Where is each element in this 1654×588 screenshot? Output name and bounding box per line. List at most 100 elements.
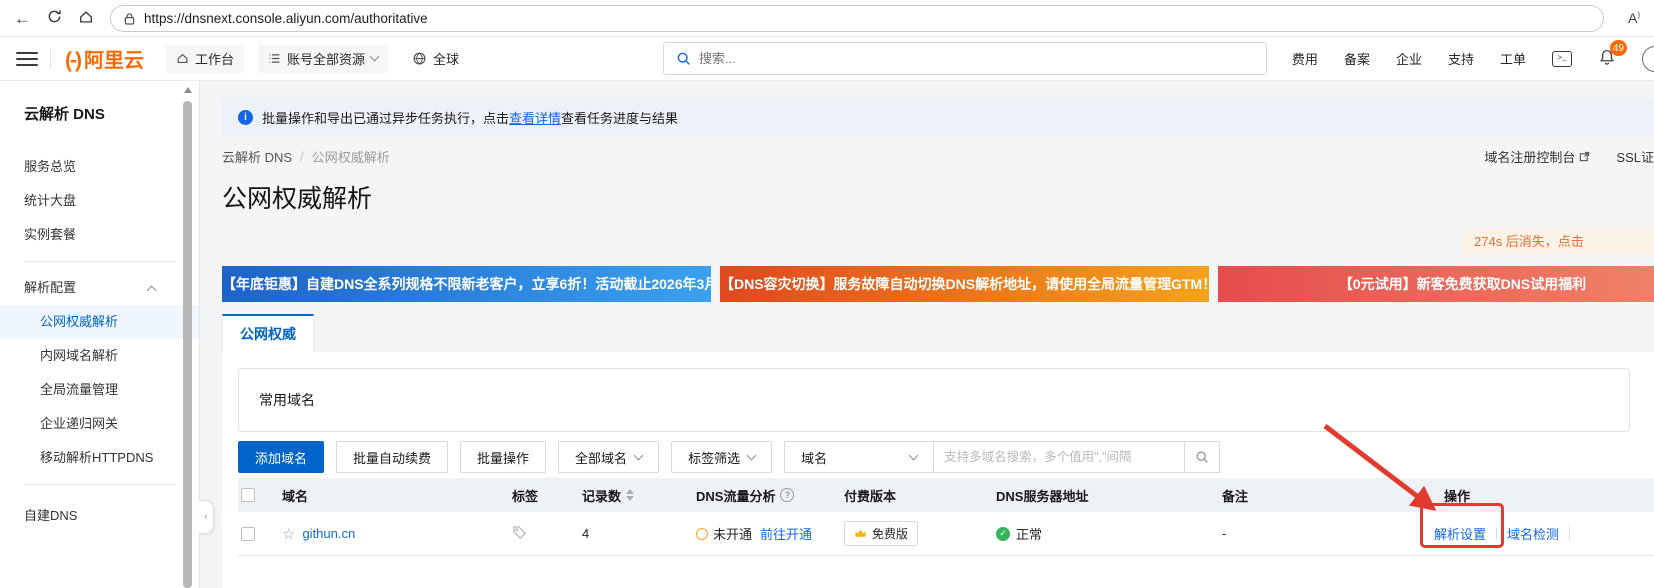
breadcrumb-current: 公网权威解析 <box>312 147 390 166</box>
address-bar[interactable]: https://dnsnext.console.aliyun.com/autho… <box>110 5 1604 32</box>
sidebar-title: 云解析 DNS <box>0 81 199 124</box>
notifications-bell[interactable]: 49 <box>1598 48 1616 69</box>
nav-link-support[interactable]: 支持 <box>1448 49 1474 68</box>
row-checkbox[interactable] <box>241 527 255 541</box>
sidebar-group-dns-config[interactable]: 解析配置 <box>0 271 199 305</box>
tab-public-authoritative[interactable]: 公网权威 <box>222 314 314 352</box>
sidebar-scrollbar[interactable] <box>183 87 192 588</box>
header-operations: 操作 <box>1444 486 1654 505</box>
favorite-star-icon[interactable]: ☆ <box>282 525 295 543</box>
chevron-down-icon <box>747 450 757 460</box>
search-icon <box>676 51 691 66</box>
sort-icon[interactable] <box>626 489 634 501</box>
sidebar-item-private-dns[interactable]: 内网域名解析 <box>0 339 199 373</box>
avatar[interactable] <box>1642 46 1654 72</box>
divider <box>1496 527 1497 540</box>
nav-link-icp[interactable]: 备案 <box>1344 49 1370 68</box>
home-icon[interactable] <box>78 9 94 28</box>
chevron-up-icon <box>147 285 157 295</box>
promo-banners: 【年底钜惠】自建DNS全系列规格不限新老客户，立享6折！活动截止2026年3月3… <box>222 266 1654 302</box>
domain-search-input[interactable] <box>933 441 1185 473</box>
main-content: i 批量操作和导出已通过异步任务执行，点击查看详情查看任务进度与结果 云解析 D… <box>200 81 1654 588</box>
record-count[interactable]: 4 <box>582 526 696 541</box>
app-body: 云解析 DNS 服务总览 统计大盘 实例套餐 解析配置 公网权威解析 内网域名解… <box>0 81 1654 588</box>
scrollbar-thumb[interactable] <box>183 101 192 588</box>
workbench-button[interactable]: 工作台 <box>166 45 244 73</box>
activate-link[interactable]: 前往开通 <box>760 524 812 543</box>
common-domains-panel[interactable]: 常用域名 <box>238 368 1630 432</box>
divider <box>24 261 175 262</box>
console-topnav: (-) 阿里云 工作台 账号全部资源 全球 费用 备案 企业 支持 工单 >_ … <box>0 37 1654 81</box>
tab-bar: 公网权威 <box>222 314 1654 352</box>
tag-filter-dropdown[interactable]: 标签筛选 <box>671 441 772 473</box>
help-icon[interactable]: ? <box>780 488 794 502</box>
cloudshell-icon[interactable]: >_ <box>1552 51 1572 67</box>
nav-link-enterprise[interactable]: 企业 <box>1396 49 1422 68</box>
remark-cell: - <box>1222 526 1444 541</box>
url-text: https://dnsnext.console.aliyun.com/autho… <box>144 11 428 26</box>
scroll-up-icon[interactable] <box>184 87 192 93</box>
browser-toolbar: ← https://dnsnext.console.aliyun.com/aut… <box>0 0 1654 37</box>
breadcrumb: 云解析 DNS / 公网权威解析 <box>222 147 1654 166</box>
ssl-console-link[interactable]: SSL证书控制台 <box>1616 147 1654 166</box>
promo-banner-year-end[interactable]: 【年底钜惠】自建DNS全系列规格不限新老客户，立享6折！活动截止2026年3月3… <box>222 266 711 302</box>
status-ok-icon: ✓ <box>996 527 1010 541</box>
header-domain: 域名 <box>282 486 512 505</box>
global-search-input[interactable] <box>699 51 1254 66</box>
table-header: 域名 标签 记录数 DNS流量分析 ? 付费版本 DNS服务器地址 备注 操作 <box>238 478 1654 512</box>
refresh-icon[interactable] <box>47 9 62 27</box>
chevron-down-icon <box>909 450 919 460</box>
all-domains-dropdown[interactable]: 全部域名 <box>558 441 659 473</box>
batch-operations-button[interactable]: 批量操作 <box>460 441 546 473</box>
region-selector[interactable]: 全球 <box>402 45 469 73</box>
page-title: 公网权威解析 <box>222 182 1654 216</box>
sidebar-item-enterprise-recursive-gateway[interactable]: 企业递归网关 <box>0 407 199 441</box>
domain-check-link[interactable]: 域名检测 <box>1507 524 1559 543</box>
notification-count-badge: 49 <box>1610 40 1627 56</box>
sidebar-item-httpdns[interactable]: 移动解析HTTPDNS <box>0 441 199 475</box>
promo-banner-dns-failover[interactable]: 【DNS容灾切换】服务故障自动切换DNS解析地址，请使用全局流量管理GTM！ <box>720 266 1209 302</box>
plan-badge[interactable]: 免费版 <box>844 521 918 546</box>
tag-icon[interactable] <box>512 525 527 540</box>
info-icon: i <box>238 110 253 125</box>
row-operations: 解析设置 域名检测 <box>1434 524 1580 543</box>
dns-settings-link[interactable]: 解析设置 <box>1434 524 1486 543</box>
batch-auto-renew-button[interactable]: 批量自动续费 <box>336 441 448 473</box>
breadcrumb-parent[interactable]: 云解析 DNS <box>222 147 292 166</box>
traffic-status: 未开通 <box>713 524 752 543</box>
select-all-checkbox[interactable] <box>241 488 255 502</box>
search-icon <box>1195 450 1209 464</box>
aliyun-logo-text: 阿里云 <box>84 44 144 73</box>
nav-link-tickets[interactable]: 工单 <box>1500 49 1526 68</box>
add-domain-button[interactable]: 添加域名 <box>238 441 324 473</box>
divider <box>24 484 175 485</box>
sidebar-item-public-authoritative-dns[interactable]: 公网权威解析 <box>0 305 199 339</box>
info-banner: i 批量操作和导出已通过异步任务执行，点击查看详情查看任务进度与结果 <box>222 97 1654 137</box>
sidebar-item-service-overview[interactable]: 服务总览 <box>0 150 199 184</box>
domain-link[interactable]: githun.cn <box>302 526 355 541</box>
header-dns-server: DNS服务器地址 <box>996 486 1222 505</box>
sidebar-collapse-handle[interactable]: ‹ <box>199 500 214 534</box>
sidebar-item-self-built-dns[interactable]: 自建DNS <box>0 499 199 533</box>
search-button[interactable] <box>1184 441 1220 473</box>
sidebar-item-instance-plans[interactable]: 实例套餐 <box>0 218 199 252</box>
divider <box>50 48 51 70</box>
nav-link-billing[interactable]: 费用 <box>1292 49 1318 68</box>
hamburger-menu-icon[interactable] <box>16 52 38 66</box>
sidebar-item-gtm[interactable]: 全局流量管理 <box>0 373 199 407</box>
topnav-right: 费用 备案 企业 支持 工单 >_ 49 <box>1292 37 1654 80</box>
read-aloud-icon[interactable]: A) <box>1628 10 1640 26</box>
domain-list-card: 常用域名 添加域名 批量自动续费 批量操作 全部域名 标签筛选 域名 域名 标签… <box>222 352 1654 588</box>
back-icon[interactable]: ← <box>14 10 31 27</box>
view-details-link[interactable]: 查看详情 <box>509 111 561 126</box>
global-search[interactable] <box>663 42 1267 75</box>
quick-links: 域名注册控制台 SSL证书控制台 <box>1484 147 1654 166</box>
promo-banner-free-trial[interactable]: 【0元试用】新客免费获取DNS试用福利 <box>1218 266 1654 302</box>
aliyun-logo[interactable]: (-) 阿里云 <box>65 44 144 73</box>
search-type-select[interactable]: 域名 <box>784 441 934 473</box>
sidebar-item-stats-dashboard[interactable]: 统计大盘 <box>0 184 199 218</box>
resources-dropdown[interactable]: 账号全部资源 <box>258 45 388 73</box>
header-tag: 标签 <box>512 486 582 505</box>
banner-countdown[interactable]: 274s 后消失，点击 <box>1462 229 1654 254</box>
domain-registration-console-link[interactable]: 域名注册控制台 <box>1484 147 1590 166</box>
